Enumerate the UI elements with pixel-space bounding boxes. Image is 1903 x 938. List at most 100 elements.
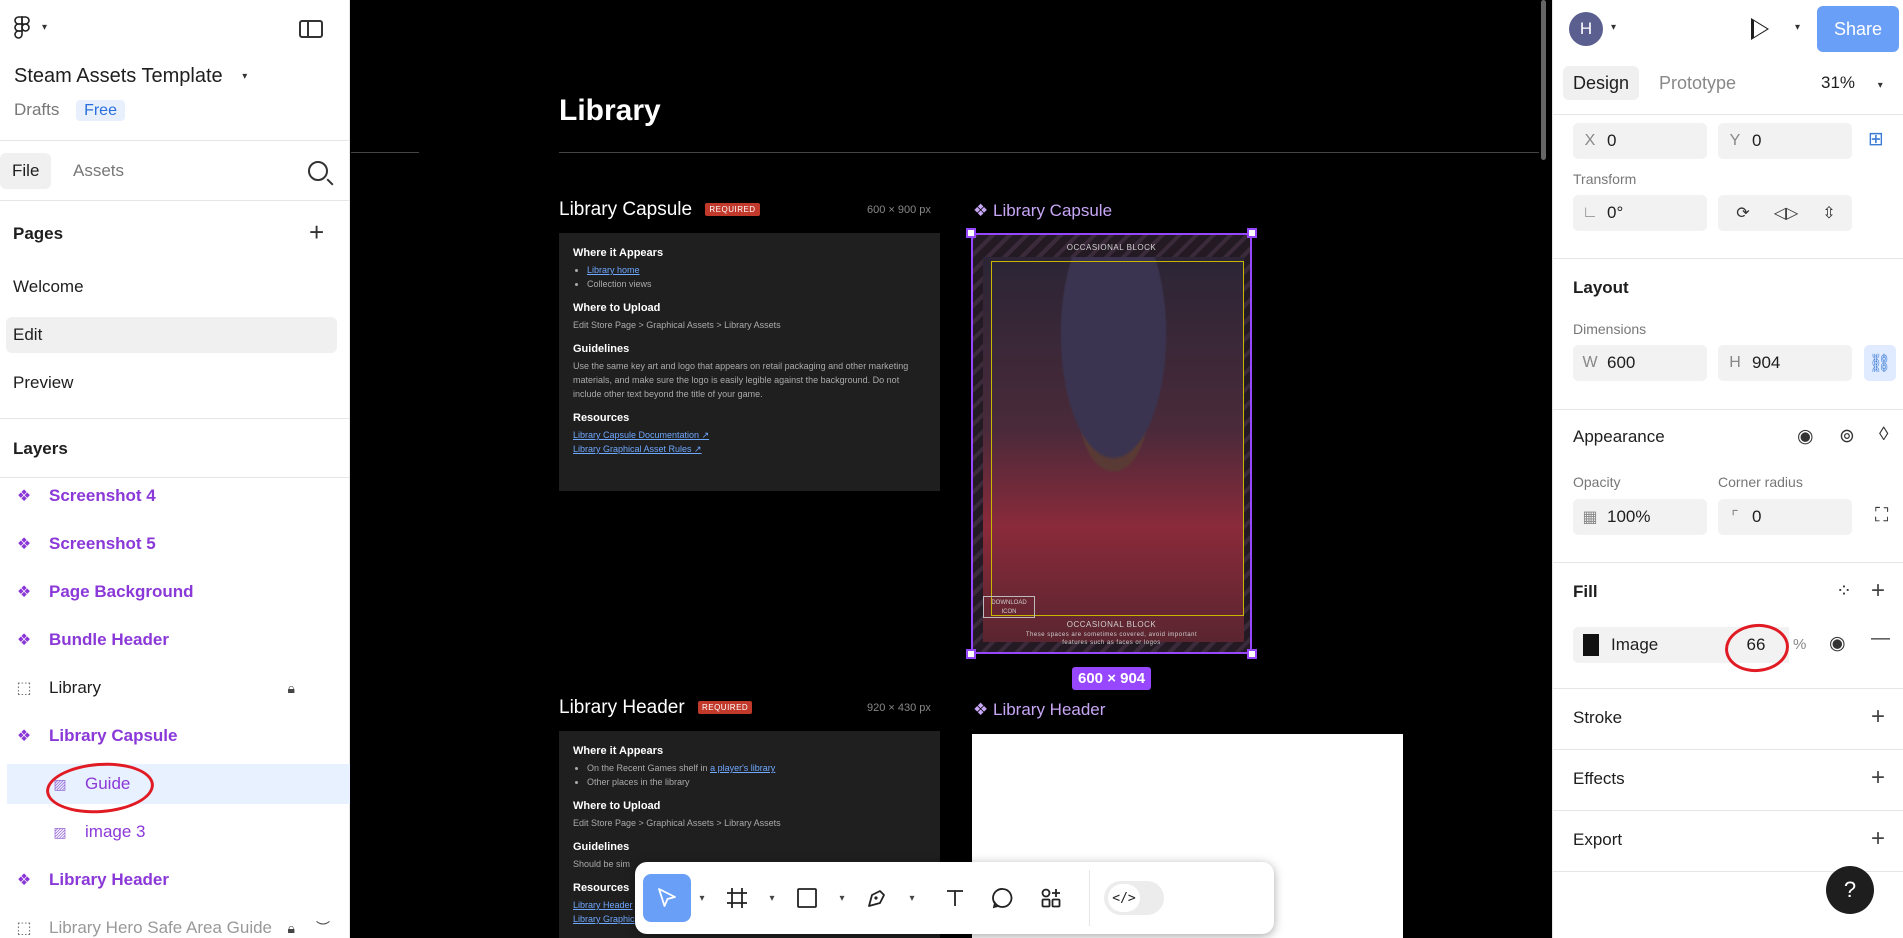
add-effect-icon[interactable]: +	[1871, 766, 1885, 790]
height-field[interactable]: H 904	[1718, 345, 1852, 381]
lock-icon[interactable]: 🔒︎	[288, 920, 295, 937]
tab-prototype[interactable]: Prototype	[1649, 66, 1746, 100]
resize-handle[interactable]	[966, 228, 976, 238]
tab-design[interactable]: Design	[1563, 66, 1640, 100]
resize-handle[interactable]	[1247, 649, 1257, 659]
move-tool-button[interactable]	[643, 874, 691, 922]
divider	[1553, 258, 1903, 259]
actions-tool-button[interactable]	[1027, 874, 1075, 922]
chevron-down-icon[interactable]: ▾	[761, 893, 783, 904]
share-button[interactable]: Share	[1817, 6, 1899, 52]
drafts-link[interactable]: Drafts	[14, 100, 59, 119]
add-page-icon[interactable]: +	[309, 219, 324, 245]
capsule-dims: 600 × 900 px	[867, 204, 931, 216]
flip-horizontal-icon[interactable]: ◁▷	[1768, 195, 1804, 231]
x-position-field[interactable]: X 0	[1573, 123, 1707, 159]
required-badge: REQUIRED	[697, 701, 753, 715]
search-icon[interactable]	[308, 161, 328, 181]
sidebar-toggle-icon[interactable]	[299, 20, 323, 38]
selected-capsule-image[interactable]: OCCASIONAL BLOCK OCCASIONAL BLOCK These …	[971, 233, 1252, 654]
layer-item[interactable]: ⬚ Library Hero Safe Area Guide 🔒︎ ︶	[0, 908, 350, 938]
present-play-icon[interactable]	[1751, 18, 1769, 40]
chevron-down-icon[interactable]: ▾	[1795, 22, 1800, 33]
capsule-component-label[interactable]: ❖ Library Capsule	[973, 201, 1112, 221]
flip-vertical-icon[interactable]: ⇳	[1811, 195, 1847, 231]
eye-closed-icon[interactable]: ︶	[316, 918, 330, 938]
zoom-level[interactable]: 31% ▾	[1821, 73, 1883, 93]
add-export-icon[interactable]: +	[1871, 827, 1885, 851]
rotate-90-icon[interactable]: ⟳	[1725, 195, 1761, 231]
independent-corners-icon[interactable]: ⛶	[1875, 505, 1888, 527]
canvas[interactable]: Library Library Capsule REQUIRED 600 × 9…	[351, 0, 1552, 938]
opacity-field[interactable]: ▦ 100%	[1573, 499, 1707, 535]
page-item-welcome[interactable]: Welcome	[6, 269, 337, 305]
comment-tool-button[interactable]	[979, 874, 1027, 922]
text-tool-button[interactable]	[931, 874, 979, 922]
remove-fill-icon[interactable]: —	[1871, 628, 1890, 650]
blend-mode-icon[interactable]: ⊚	[1839, 425, 1855, 448]
resource-link[interactable]: Library Graphical Asset Rules ↗	[573, 444, 702, 454]
layer-item[interactable]: ⬚ Library 🔒︎	[0, 668, 350, 708]
shape-tool-button[interactable]	[783, 874, 831, 922]
styles-grid-icon[interactable]: ⁘	[1836, 580, 1852, 603]
rectangle-icon	[797, 888, 817, 908]
resize-handle[interactable]	[1247, 228, 1257, 238]
frame-tool-button[interactable]	[713, 874, 761, 922]
constraints-icon[interactable]: ⊞	[1868, 128, 1884, 151]
page-item-edit[interactable]: Edit	[6, 317, 337, 353]
layer-item[interactable]: ❖ Bundle Header	[0, 620, 350, 660]
constrain-proportions-icon[interactable]: ⛓︎	[1864, 345, 1896, 381]
drop-icon[interactable]: ◊	[1879, 424, 1888, 446]
guidelines-text: Use the same key art and logo that appea…	[573, 361, 909, 399]
tab-assets[interactable]: Assets	[61, 153, 136, 189]
rotation-field[interactable]: ∟ 0°	[1573, 195, 1707, 231]
plan-badge[interactable]: Free	[76, 100, 125, 121]
divider	[1553, 810, 1903, 811]
resize-handle[interactable]	[966, 649, 976, 659]
layer-item[interactable]: ❖ Page Background	[0, 572, 350, 612]
resource-link[interactable]: Library Header	[573, 900, 633, 910]
dev-mode-toggle[interactable]: </>	[1104, 881, 1164, 915]
frame-icon: ⬚	[16, 920, 32, 937]
resource-link[interactable]: Library Capsule Documentation ↗	[573, 430, 709, 440]
chevron-down-icon[interactable]: ▾	[1611, 22, 1616, 33]
canvas-scrollbar[interactable]	[1541, 0, 1546, 160]
layer-item[interactable]: ❖ Library Header	[0, 860, 350, 900]
layer-item[interactable]: ▨ image 3	[0, 812, 350, 852]
eye-icon[interactable]: ◉	[1797, 425, 1814, 448]
page-item-preview[interactable]: Preview	[6, 365, 337, 401]
figma-menu[interactable]: ▾	[14, 16, 47, 45]
download-icon-placeholder: DOWNLOAD ICON	[983, 596, 1035, 618]
add-stroke-icon[interactable]: +	[1871, 705, 1885, 729]
actions-grid-icon	[1041, 888, 1061, 908]
header-component-label[interactable]: ❖ Library Header	[973, 700, 1105, 720]
chevron-down-icon[interactable]: ▾	[901, 893, 923, 904]
where-item-prefix: On the Recent Games shelf in	[587, 763, 711, 773]
component-icon: ❖	[973, 201, 989, 220]
avatar[interactable]: H	[1569, 12, 1603, 46]
help-button[interactable]: ?	[1826, 866, 1874, 914]
fill-swatch[interactable]	[1583, 634, 1599, 656]
divider	[1553, 562, 1903, 563]
y-position-field[interactable]: Y 0	[1718, 123, 1852, 159]
width-field[interactable]: W 600	[1573, 345, 1707, 381]
layer-item[interactable]: ❖ Screenshot 4	[0, 476, 350, 516]
add-fill-icon[interactable]: +	[1871, 579, 1885, 603]
layer-label: Screenshot 5	[49, 534, 156, 553]
pen-tool-button[interactable]	[853, 874, 901, 922]
chevron-down-icon[interactable]: ▾	[831, 893, 853, 904]
eye-icon[interactable]: ◉	[1829, 632, 1846, 655]
layer-item[interactable]: ❖ Screenshot 5	[0, 524, 350, 564]
project-title[interactable]: Steam Assets Template ▾	[14, 65, 247, 88]
chevron-down-icon[interactable]: ▾	[691, 893, 713, 904]
corner-radius-field[interactable]: ⌜ 0	[1718, 499, 1852, 535]
layer-item[interactable]: ❖ Library Capsule	[0, 716, 350, 756]
tab-file[interactable]: File	[0, 153, 52, 189]
players-library-link[interactable]: a player's library	[710, 763, 775, 773]
fill-type-field[interactable]: Image	[1573, 627, 1731, 663]
y-value: 0	[1752, 131, 1762, 150]
resource-link[interactable]: Library Graphic	[573, 914, 635, 924]
component-icon: ❖	[16, 632, 32, 649]
library-home-link[interactable]: Library home	[587, 265, 640, 275]
lock-icon[interactable]: 🔒︎	[288, 680, 295, 697]
